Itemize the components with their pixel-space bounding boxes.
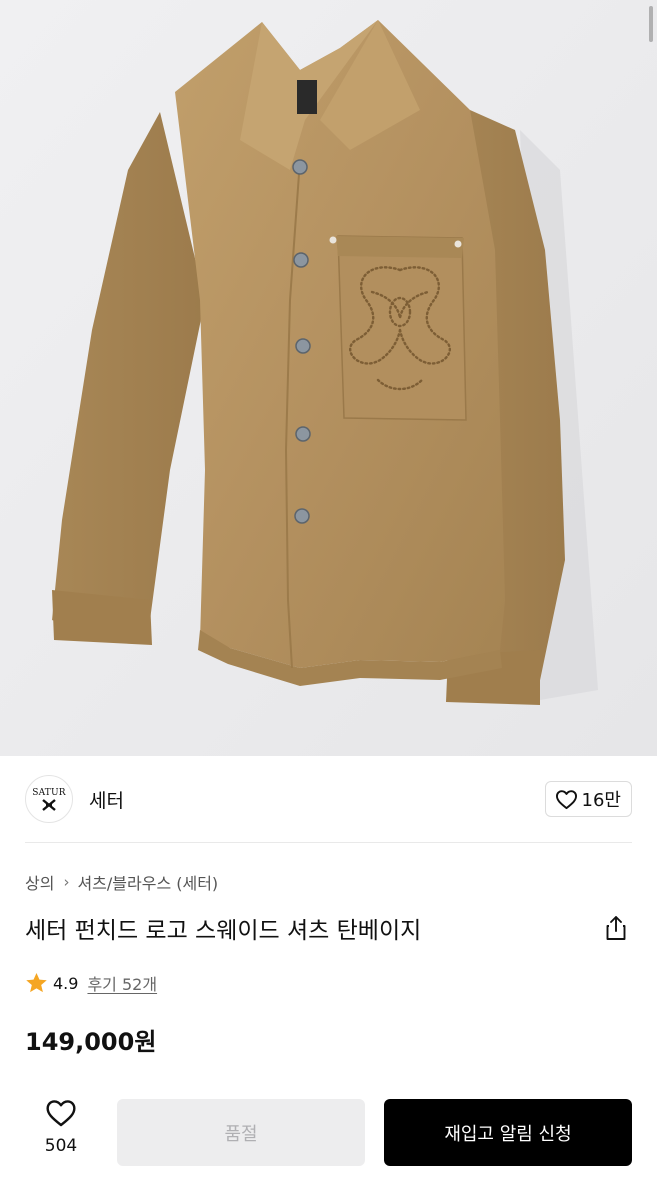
title-row: 세터 펀치드 로고 스웨이드 셔츠 탄베이지 [25, 908, 632, 948]
restock-alert-button[interactable]: 재입고 알림 신청 [384, 1099, 632, 1166]
breadcrumb-subcategory[interactable]: 셔츠/블라우스 (세터) [77, 870, 218, 894]
brand-name[interactable]: 세터 [89, 786, 124, 813]
soldout-button[interactable]: 품절 [117, 1099, 365, 1166]
brand-like-count: 16만 [581, 790, 621, 811]
brand-like-button[interactable]: 16만 [544, 781, 632, 817]
chevron-right-icon: › [63, 873, 70, 891]
heart-outline-icon [555, 789, 577, 809]
wish-button[interactable]: 504 [28, 1098, 94, 1168]
brand-logo-text: SATUR [32, 787, 66, 798]
scroll-indicator[interactable] [649, 6, 653, 42]
product-title: 세터 펀치드 로고 스웨이드 셔츠 탄베이지 [25, 918, 422, 944]
star-icon [26, 972, 47, 993]
heart-outline-icon [46, 1100, 76, 1127]
section-divider [25, 842, 632, 843]
share-icon[interactable] [604, 915, 628, 941]
wish-count: 504 [44, 1136, 78, 1156]
reviews-link[interactable]: 후기 52개 [87, 971, 157, 995]
brand-logo-mark-icon [42, 798, 56, 811]
shirt-illustration [0, 0, 657, 756]
product-price: 149,000원 [25, 1028, 157, 1056]
product-image[interactable] [0, 0, 657, 756]
brand-row: SATUR 세터 16만 [25, 774, 632, 824]
bottom-action-bar: 504 품절 재입고 알림 신청 [0, 1090, 657, 1180]
breadcrumb: 상의 › 셔츠/블라우스 (세터) [25, 870, 218, 894]
breadcrumb-category[interactable]: 상의 [25, 870, 54, 894]
rating-value: 4.9 [53, 973, 79, 993]
rating-row: 4.9 후기 52개 [25, 969, 157, 997]
brand-logo[interactable]: SATUR [25, 775, 73, 823]
